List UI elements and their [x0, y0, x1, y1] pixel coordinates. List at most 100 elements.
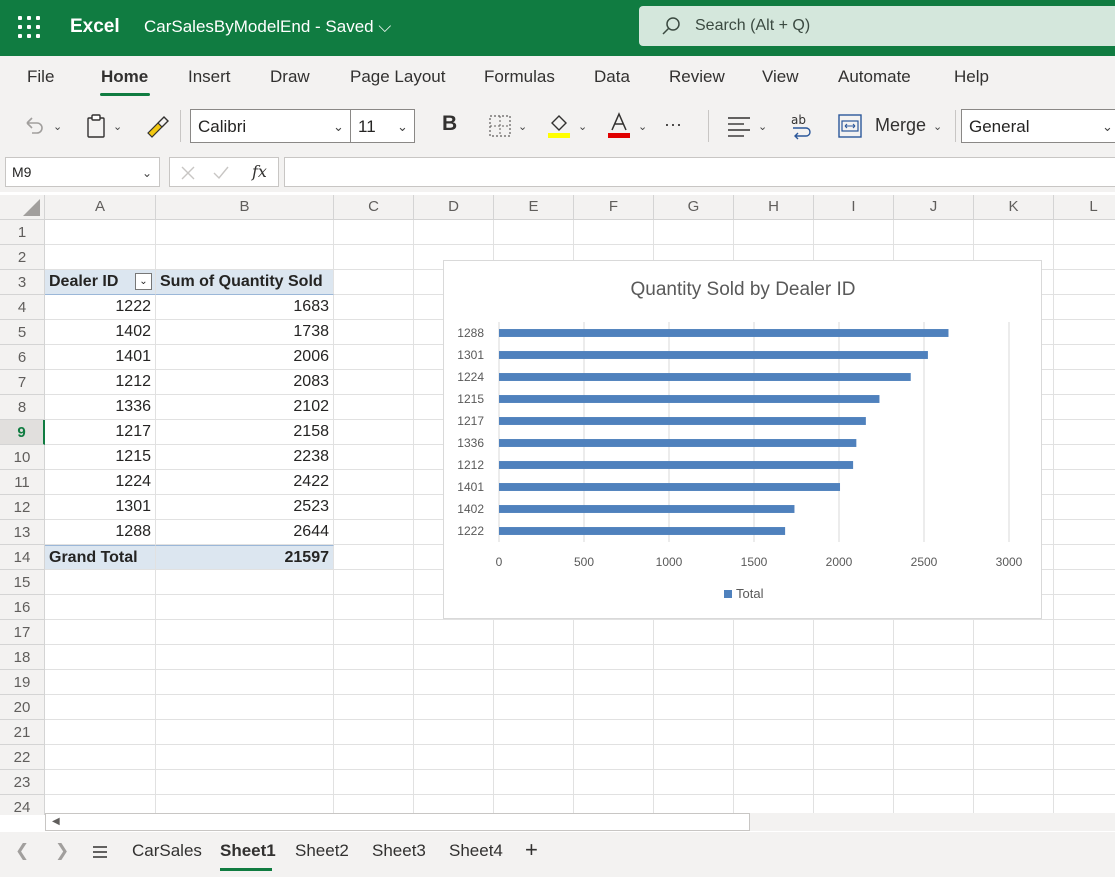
cancel-icon[interactable]	[180, 165, 196, 181]
grid-cell[interactable]	[334, 420, 414, 445]
grid-cell[interactable]	[1054, 420, 1115, 445]
grid-cell[interactable]	[814, 770, 894, 795]
grid-cell[interactable]	[894, 620, 974, 645]
grid-cell[interactable]	[894, 645, 974, 670]
formula-input[interactable]	[284, 157, 1115, 187]
insert-function-button[interactable]: fx	[252, 162, 267, 181]
pivot-qty-cell[interactable]: 2238	[156, 445, 334, 470]
grid-cell[interactable]	[974, 745, 1054, 770]
grid-cell[interactable]	[494, 670, 574, 695]
grid-cell[interactable]	[334, 445, 414, 470]
grid-cell[interactable]	[974, 620, 1054, 645]
grid-cell[interactable]	[1054, 320, 1115, 345]
grid-cell[interactable]	[654, 670, 734, 695]
grid-cell[interactable]	[1054, 545, 1115, 570]
search-box[interactable]: Search (Alt + Q)	[639, 6, 1115, 46]
grid-cell[interactable]	[334, 320, 414, 345]
grid-cell[interactable]	[334, 645, 414, 670]
grid-cell[interactable]	[654, 695, 734, 720]
row-header-23[interactable]: 23	[0, 770, 45, 795]
select-all-corner[interactable]	[0, 195, 45, 220]
pivot-qty-cell[interactable]: 2083	[156, 370, 334, 395]
grid-cell[interactable]	[494, 720, 574, 745]
pivot-qty-cell[interactable]: 2523	[156, 495, 334, 520]
grid-cell[interactable]	[334, 695, 414, 720]
grid-cell[interactable]	[734, 795, 814, 815]
grid-cell[interactable]	[1054, 770, 1115, 795]
grid-cell[interactable]	[1054, 270, 1115, 295]
chevron-down-icon[interactable]: ⌄	[53, 120, 62, 133]
grid-cell[interactable]	[1054, 395, 1115, 420]
merge-icon[interactable]	[837, 113, 863, 139]
grid-cell[interactable]	[814, 745, 894, 770]
grid-cell[interactable]	[814, 670, 894, 695]
column-header-i[interactable]: I	[814, 195, 894, 220]
chevron-down-icon[interactable]: ⌄	[933, 120, 942, 133]
grid-cell[interactable]	[974, 220, 1054, 245]
grid-cell[interactable]	[974, 695, 1054, 720]
grid-cell[interactable]	[894, 220, 974, 245]
grid-cell[interactable]	[1054, 345, 1115, 370]
grid-cell[interactable]	[45, 620, 156, 645]
grid-cell[interactable]	[334, 270, 414, 295]
row-header-1[interactable]: 1	[0, 220, 45, 245]
grid-cell[interactable]	[814, 620, 894, 645]
pivot-dealer-cell[interactable]: 1212	[45, 370, 156, 395]
pivot-qty-cell[interactable]: 1738	[156, 320, 334, 345]
grid-cell[interactable]	[814, 795, 894, 815]
grid-cell[interactable]	[334, 545, 414, 570]
more-options-button[interactable]: ···	[664, 114, 682, 135]
tab-data[interactable]: Data	[594, 67, 630, 87]
grid-cell[interactable]	[974, 645, 1054, 670]
next-sheet-icon[interactable]: ❯	[55, 841, 69, 861]
grid-cell[interactable]	[45, 570, 156, 595]
grid-cell[interactable]	[894, 745, 974, 770]
grid-cell[interactable]	[574, 620, 654, 645]
column-header-a[interactable]: A	[45, 195, 156, 220]
tab-review[interactable]: Review	[669, 67, 725, 87]
font-color-icon[interactable]	[606, 111, 632, 139]
app-name[interactable]: Excel	[70, 16, 120, 38]
grid-cell[interactable]	[494, 220, 574, 245]
app-launcher-icon[interactable]	[18, 16, 40, 38]
row-header-15[interactable]: 15	[0, 570, 45, 595]
column-header-k[interactable]: K	[974, 195, 1054, 220]
grid-cell[interactable]	[334, 245, 414, 270]
grid-cell[interactable]	[1054, 220, 1115, 245]
grid-cell[interactable]	[414, 770, 494, 795]
sheet-tab-sheet1[interactable]: Sheet1	[220, 841, 276, 861]
chevron-down-icon[interactable]: ⌄	[638, 120, 647, 133]
grid-cell[interactable]	[654, 720, 734, 745]
grid-cell[interactable]	[414, 645, 494, 670]
row-header-5[interactable]: 5	[0, 320, 45, 345]
grid-cell[interactable]	[1054, 495, 1115, 520]
grid-cell[interactable]	[45, 670, 156, 695]
align-icon[interactable]	[726, 114, 752, 138]
number-format-dropdown[interactable]: General ⌄	[961, 109, 1115, 143]
format-painter-icon[interactable]	[144, 113, 170, 139]
grid-cell[interactable]	[494, 695, 574, 720]
column-header-l[interactable]: L	[1054, 195, 1115, 220]
grid-cell[interactable]	[974, 670, 1054, 695]
grid-cell[interactable]	[654, 745, 734, 770]
grid-cell[interactable]	[654, 620, 734, 645]
grid-cell[interactable]	[156, 620, 334, 645]
grid-cell[interactable]	[494, 770, 574, 795]
row-header-20[interactable]: 20	[0, 695, 45, 720]
grid-cell[interactable]	[156, 795, 334, 815]
grid-cell[interactable]	[156, 695, 334, 720]
grid-cell[interactable]	[156, 245, 334, 270]
grid-cell[interactable]	[414, 670, 494, 695]
document-title[interactable]: CarSalesByModelEnd - Saved ⌵	[144, 17, 391, 37]
grid-cell[interactable]	[45, 645, 156, 670]
pivot-dealer-cell[interactable]: 1401	[45, 345, 156, 370]
borders-icon[interactable]	[488, 114, 512, 138]
column-header-j[interactable]: J	[894, 195, 974, 220]
tab-insert[interactable]: Insert	[188, 67, 231, 87]
grid-cell[interactable]	[414, 795, 494, 815]
merge-button[interactable]: Merge	[875, 115, 926, 136]
pivot-grand-total-value[interactable]: 21597	[156, 545, 334, 570]
grid-cell[interactable]	[414, 695, 494, 720]
grid-cell[interactable]	[156, 770, 334, 795]
grid-cell[interactable]	[1054, 595, 1115, 620]
